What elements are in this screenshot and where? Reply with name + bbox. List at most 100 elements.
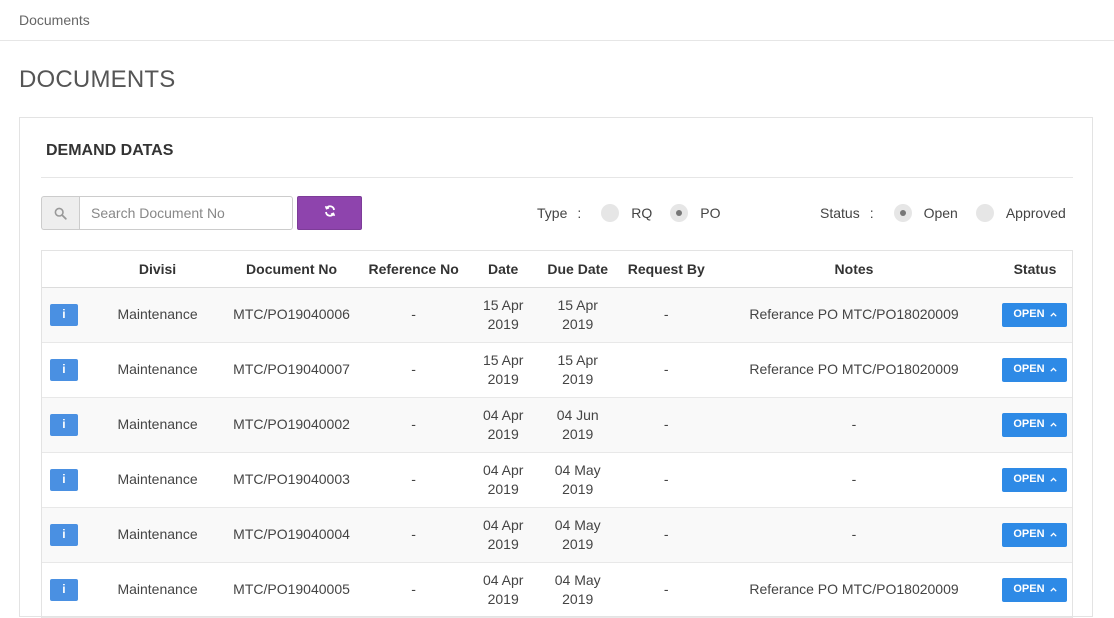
- cell-request-by: -: [622, 342, 711, 398]
- cell-divisi: Maintenance: [85, 342, 230, 398]
- cell-due-date: 04 May 2019: [533, 507, 623, 563]
- type-filter-label: Type: [537, 205, 568, 221]
- type-filter: Type : RQ PO: [537, 204, 738, 222]
- cell-date: 04 Apr 2019: [473, 562, 534, 618]
- cell-date: 15 Apr 2019: [473, 287, 534, 343]
- status-radio-approved[interactable]: [975, 204, 994, 222]
- page-title: DOCUMENTS: [19, 66, 176, 93]
- cell-date: 04 Apr 2019: [473, 397, 534, 453]
- cell-due-date: 15 Apr 2019: [533, 287, 623, 343]
- chevron-up-icon: [1049, 312, 1057, 317]
- status-dropdown-button[interactable]: OPEN: [1002, 357, 1068, 382]
- column-header-reference-no: Reference No: [353, 251, 474, 288]
- info-icon[interactable]: i: [49, 523, 78, 546]
- documents-table: Divisi Document No Reference No Date Due…: [41, 250, 1073, 618]
- info-icon[interactable]: i: [49, 358, 78, 381]
- cell-notes: Referance PO MTC/PO18020009: [710, 287, 998, 343]
- table-row: i Maintenance MTC/PO19040007 - 15 Apr 201…: [42, 342, 1072, 398]
- cell-reference-no: -: [353, 397, 474, 453]
- status-dropdown-button[interactable]: OPEN: [1002, 412, 1068, 437]
- column-header-divisi: Divisi: [85, 251, 230, 288]
- cell-divisi: Maintenance: [85, 562, 230, 618]
- chevron-up-icon: [1049, 367, 1057, 372]
- info-icon[interactable]: i: [49, 413, 78, 436]
- cell-notes: -: [710, 507, 998, 563]
- panel-divider: [41, 177, 1073, 178]
- status-dropdown-button[interactable]: OPEN: [1002, 577, 1068, 602]
- chevron-up-icon: [1049, 422, 1057, 427]
- cell-date: 04 Apr 2019: [473, 452, 534, 508]
- panel-title: DEMAND DATAS: [46, 142, 174, 159]
- status-radio-approved-label: Approved: [1005, 205, 1066, 221]
- status-dropdown-button[interactable]: OPEN: [1002, 302, 1068, 327]
- chevron-up-icon: [1049, 477, 1057, 482]
- status-radio-open[interactable]: [893, 204, 912, 222]
- cell-reference-no: -: [353, 507, 474, 563]
- info-icon[interactable]: i: [49, 578, 78, 601]
- search-icon: [41, 196, 79, 230]
- status-filter-colon: :: [869, 205, 874, 221]
- type-radio-po-label: PO: [700, 205, 721, 221]
- cell-reference-no: -: [353, 452, 474, 508]
- column-header-action: [42, 251, 86, 288]
- type-radio-rq-label: RQ: [631, 205, 653, 221]
- type-filter-colon: :: [577, 205, 582, 221]
- cell-notes: -: [710, 397, 998, 453]
- cell-date: 04 Apr 2019: [473, 507, 534, 563]
- status-filter-label: Status: [820, 205, 860, 221]
- cell-date: 15 Apr 2019: [473, 342, 534, 398]
- cell-document-no: MTC/PO19040003: [229, 452, 354, 508]
- cell-request-by: -: [622, 287, 711, 343]
- type-radio-po[interactable]: [670, 204, 689, 222]
- table-row: i Maintenance MTC/PO19040003 - 04 Apr 201…: [42, 452, 1072, 508]
- status-radio-open-label: Open: [923, 205, 958, 221]
- cell-reference-no: -: [353, 287, 474, 343]
- column-header-document-no: Document No: [229, 251, 354, 288]
- cell-reference-no: -: [353, 342, 474, 398]
- status-filter: Status : Open Approved: [820, 204, 1066, 222]
- cell-request-by: -: [622, 562, 711, 618]
- column-header-due-date: Due Date: [533, 251, 623, 288]
- status-dropdown-button[interactable]: OPEN: [1002, 522, 1068, 547]
- cell-request-by: -: [622, 397, 711, 453]
- cell-notes: -: [710, 452, 998, 508]
- info-icon[interactable]: i: [49, 303, 78, 326]
- cell-notes: Referance PO MTC/PO18020009: [710, 562, 998, 618]
- cell-request-by: -: [622, 452, 711, 508]
- cell-due-date: 04 Jun 2019: [533, 397, 623, 453]
- cell-notes: Referance PO MTC/PO18020009: [710, 342, 998, 398]
- table-row: i Maintenance MTC/PO19040004 - 04 Apr 201…: [42, 507, 1072, 563]
- cell-reference-no: -: [353, 562, 474, 618]
- search-input[interactable]: [79, 196, 293, 230]
- refresh-icon: [324, 204, 336, 222]
- chevron-up-icon: [1049, 532, 1057, 537]
- column-header-request-by: Request By: [622, 251, 711, 288]
- column-header-status: Status: [997, 251, 1072, 288]
- cell-due-date: 15 Apr 2019: [533, 342, 623, 398]
- column-header-date: Date: [473, 251, 534, 288]
- cell-document-no: MTC/PO19040002: [229, 397, 354, 453]
- cell-document-no: MTC/PO19040004: [229, 507, 354, 563]
- cell-due-date: 04 May 2019: [533, 452, 623, 508]
- table-row: i Maintenance MTC/PO19040005 - 04 Apr 201…: [42, 562, 1072, 618]
- demand-datas-panel: DEMAND DATAS Type : RQ PO Status: [19, 117, 1093, 618]
- breadcrumb: Documents: [0, 0, 1114, 41]
- type-radio-rq[interactable]: [601, 204, 620, 222]
- table-row: i Maintenance MTC/PO19040006 - 15 Apr 201…: [42, 287, 1072, 343]
- chevron-up-icon: [1049, 587, 1057, 592]
- cell-divisi: Maintenance: [85, 397, 230, 453]
- cell-document-no: MTC/PO19040007: [229, 342, 354, 398]
- cell-document-no: MTC/PO19040006: [229, 287, 354, 343]
- cell-divisi: Maintenance: [85, 507, 230, 563]
- status-dropdown-button[interactable]: OPEN: [1002, 467, 1068, 492]
- cell-divisi: Maintenance: [85, 287, 230, 343]
- cell-document-no: MTC/PO19040005: [229, 562, 354, 618]
- search-group: [41, 196, 293, 230]
- breadcrumb-item-documents[interactable]: Documents: [19, 12, 90, 28]
- cell-divisi: Maintenance: [85, 452, 230, 508]
- refresh-button[interactable]: [297, 196, 362, 230]
- column-header-notes: Notes: [710, 251, 998, 288]
- table-header-row: Divisi Document No Reference No Date Due…: [42, 251, 1072, 288]
- info-icon[interactable]: i: [49, 468, 78, 491]
- cell-request-by: -: [622, 507, 711, 563]
